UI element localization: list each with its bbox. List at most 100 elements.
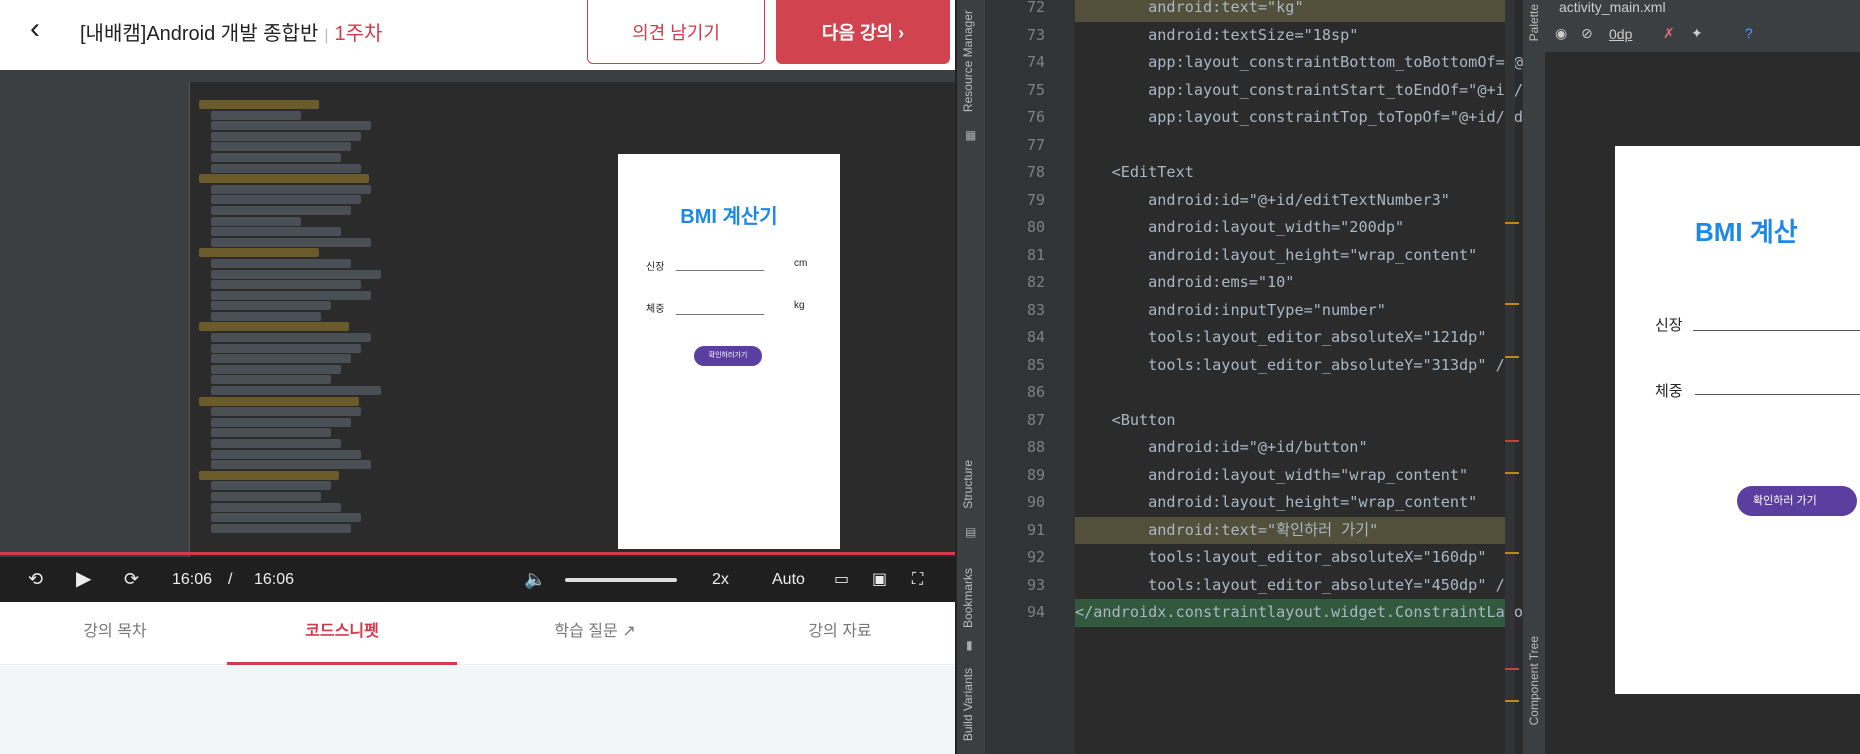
marker[interactable] bbox=[1505, 303, 1519, 305]
video-code-line bbox=[211, 449, 361, 459]
rail-build-variants[interactable]: Build Variants bbox=[961, 668, 975, 741]
next-lecture-button[interactable]: 다음 강의 › bbox=[776, 0, 950, 64]
video-code-line bbox=[211, 301, 331, 311]
bookmark-icon[interactable]: ▮ bbox=[966, 638, 973, 652]
tab-questions[interactable]: 학습 질문 ↗ bbox=[480, 602, 710, 665]
video-progress-bar[interactable] bbox=[0, 552, 955, 555]
video-code-line bbox=[199, 396, 359, 406]
video-code-line bbox=[199, 470, 339, 480]
video-code-line bbox=[211, 142, 351, 152]
eye-icon[interactable]: ◉ bbox=[1555, 25, 1567, 42]
video-code-line bbox=[211, 280, 361, 290]
line-number: 80 bbox=[1026, 218, 1045, 236]
marker[interactable] bbox=[1505, 700, 1519, 702]
video-weight-label: 체중 bbox=[646, 304, 665, 315]
play-icon[interactable]: ▶ bbox=[76, 557, 91, 602]
subtitles-icon[interactable]: ▭ bbox=[834, 557, 849, 602]
code-editor[interactable]: android:text="kg" android:textSize="18sp… bbox=[1075, 0, 1533, 754]
video-code-line bbox=[211, 205, 351, 215]
rewind-10-icon[interactable]: ⟲ bbox=[28, 557, 43, 602]
volume-icon[interactable]: 🔈 bbox=[524, 557, 546, 602]
fullscreen-icon[interactable]: ⛶ bbox=[912, 557, 923, 602]
marker[interactable] bbox=[1505, 440, 1519, 442]
infer-constraints-icon[interactable]: ✦ bbox=[1691, 25, 1703, 42]
speed-button[interactable]: 2x bbox=[712, 557, 729, 602]
line-number: 87 bbox=[1026, 410, 1045, 429]
marker[interactable] bbox=[1505, 552, 1519, 554]
line-number: 90 bbox=[1026, 493, 1045, 511]
line-number: 84 bbox=[1026, 328, 1045, 346]
forward-10-icon[interactable]: ⟳ bbox=[124, 557, 139, 602]
video-code-line bbox=[211, 513, 361, 523]
line-number: 74 bbox=[1026, 53, 1045, 71]
tab-materials[interactable]: 강의 자료 bbox=[725, 602, 955, 665]
video-code-line bbox=[211, 428, 331, 438]
marker[interactable] bbox=[1505, 222, 1519, 224]
rail-resource-manager[interactable]: Resource Manager bbox=[961, 10, 975, 112]
structure-icon[interactable]: ▤ bbox=[965, 525, 976, 539]
video-code-line bbox=[211, 375, 331, 385]
video-code-line bbox=[211, 481, 331, 491]
title-separator: | bbox=[324, 27, 329, 44]
code-line: android:layout_height="wrap_content" bbox=[1075, 245, 1478, 264]
rail-structure[interactable]: Structure bbox=[961, 460, 975, 509]
quality-button[interactable]: Auto bbox=[772, 557, 805, 602]
video-frame[interactable]: BMI 계산기 신장 cm 체중 kg 확인하러가기 ⟲ ▶ ⟳ 16:06 /… bbox=[0, 70, 955, 602]
clear-constraints-icon[interactable]: ✗ bbox=[1663, 25, 1675, 42]
back-icon[interactable]: ‹ bbox=[30, 14, 60, 44]
video-code-line bbox=[211, 523, 351, 533]
preview-weight-label: 체중 bbox=[1655, 383, 1683, 400]
ide-pane: Resource Manager ▦ Structure ▤ Bookmarks… bbox=[955, 0, 1860, 754]
resource-manager-icon[interactable]: ▦ bbox=[965, 128, 976, 142]
marker[interactable] bbox=[1505, 668, 1519, 670]
code-line: android:text="kg" bbox=[1075, 0, 1515, 22]
rail-bookmarks[interactable]: Bookmarks bbox=[961, 568, 975, 628]
code-line: android:id="@+id/button" bbox=[1075, 438, 1368, 456]
line-number: 82 bbox=[1026, 273, 1045, 291]
preview-weight-field bbox=[1695, 394, 1860, 395]
line-number: 88 bbox=[1026, 438, 1045, 456]
code-line: app:layout_constraintBottom_toBottomOf="… bbox=[1075, 53, 1533, 71]
video-code-line bbox=[211, 121, 371, 131]
device-preview[interactable]: BMI 계산 신장 체중 확인하러 가기 bbox=[1615, 146, 1860, 694]
file-tab-label: activity_main.xml bbox=[1559, 0, 1666, 15]
lecture-tabs: 강의 목차 코드스니펫 학습 질문 ↗ 강의 자료 bbox=[0, 602, 955, 665]
current-time: 16:06 bbox=[172, 571, 213, 588]
video-code-line bbox=[211, 110, 301, 120]
video-code-line bbox=[211, 460, 371, 470]
code-line: app:layout_constraintStart_toEndOf="@+id… bbox=[1075, 80, 1533, 99]
video-code-line bbox=[199, 174, 369, 184]
rail-palette[interactable]: Palette bbox=[1527, 4, 1541, 41]
course-player-pane: ‹ [내배캠]Android 개발 종합반 | 1주차 의견 남기기 다음 강의 ›… bbox=[0, 0, 955, 754]
preview-confirm-button: 확인하러 가기 bbox=[1737, 486, 1857, 516]
feedback-button[interactable]: 의견 남기기 bbox=[587, 0, 765, 64]
theater-mode-icon[interactable]: ▣ bbox=[872, 557, 887, 602]
help-icon[interactable]: ? bbox=[1745, 25, 1753, 41]
marker[interactable] bbox=[1505, 472, 1519, 474]
video-code-line bbox=[211, 152, 341, 162]
line-number: 79 bbox=[1026, 190, 1045, 209]
video-confirm-button: 확인하러가기 bbox=[694, 346, 762, 366]
time-separator: / bbox=[228, 571, 233, 588]
marker[interactable] bbox=[1505, 356, 1519, 358]
code-line: app:layout_constraintTop_toTopOf="@+id/e… bbox=[1075, 108, 1533, 126]
video-code-line bbox=[211, 343, 361, 353]
tab-contents[interactable]: 강의 목차 bbox=[0, 602, 230, 665]
file-tab[interactable]: activity_main.xml bbox=[1545, 0, 1860, 20]
line-number-gutter: 72 73 74 75 76 77 78 79 80 81 82 83 84 85 86 87 88 89 90 91… bbox=[985, 0, 1075, 754]
line-number: 93 bbox=[1026, 575, 1045, 594]
magnet-icon[interactable]: ⊘ bbox=[1581, 25, 1593, 42]
tab-code-snippet[interactable]: 코드스니펫 bbox=[227, 602, 457, 665]
line-number: 73 bbox=[1026, 25, 1045, 44]
course-week: 1주차 bbox=[334, 23, 383, 45]
video-code-line bbox=[211, 163, 361, 173]
video-code-line bbox=[211, 227, 341, 237]
volume-slider[interactable] bbox=[565, 578, 677, 582]
default-margin-field[interactable]: 0dp bbox=[1609, 26, 1632, 42]
code-line: <EditText bbox=[1075, 163, 1194, 181]
line-number: 86 bbox=[1026, 383, 1045, 401]
line-number: 76 bbox=[1026, 108, 1045, 126]
rail-component-tree[interactable]: Component Tree bbox=[1527, 636, 1541, 725]
